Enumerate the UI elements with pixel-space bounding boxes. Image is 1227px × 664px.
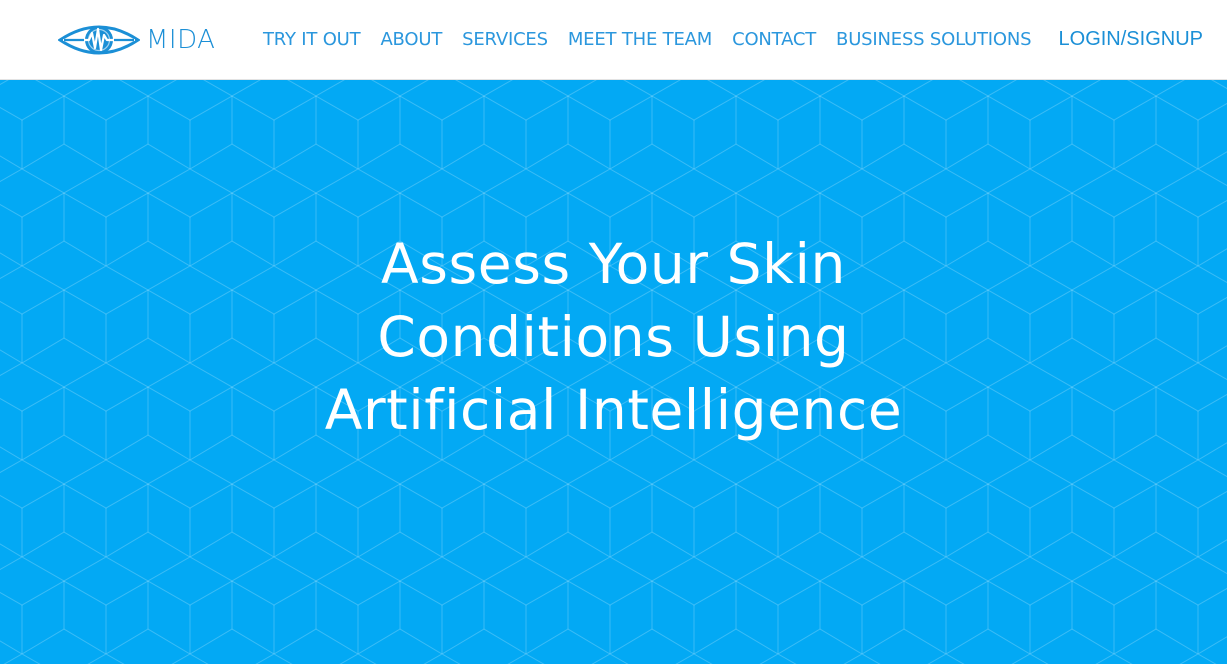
hero-title-line: Artificial Intelligence <box>324 378 903 442</box>
nav-link-business-solutions[interactable]: BUSINESS SOLUTIONS <box>836 28 1032 52</box>
brand-logo-link[interactable]: MIDA <box>58 20 215 60</box>
navbar: MIDA TRY IT OUT ABOUT SERVICES MEET THE … <box>0 0 1227 80</box>
hero-title: Assess Your Skin Conditions Using Artifi… <box>0 228 1227 447</box>
nav-link-services[interactable]: SERVICES <box>462 28 548 52</box>
main-nav: TRY IT OUT ABOUT SERVICES MEET THE TEAM … <box>253 28 1041 52</box>
login-signup-link[interactable]: LOGIN/SIGNUP <box>1059 27 1203 51</box>
nav-link-meet-the-team[interactable]: MEET THE TEAM <box>568 28 712 52</box>
nav-link-contact[interactable]: CONTACT <box>732 28 816 52</box>
eye-heartbeat-icon <box>58 25 140 55</box>
hero-title-line: Conditions Using <box>377 305 850 369</box>
hero-title-line: Assess Your Skin <box>381 232 846 296</box>
brand-name: MIDA <box>146 25 216 55</box>
nav-link-about[interactable]: ABOUT <box>380 28 442 52</box>
nav-link-try-it-out[interactable]: TRY IT OUT <box>263 28 361 52</box>
hero-section: Assess Your Skin Conditions Using Artifi… <box>0 80 1227 664</box>
